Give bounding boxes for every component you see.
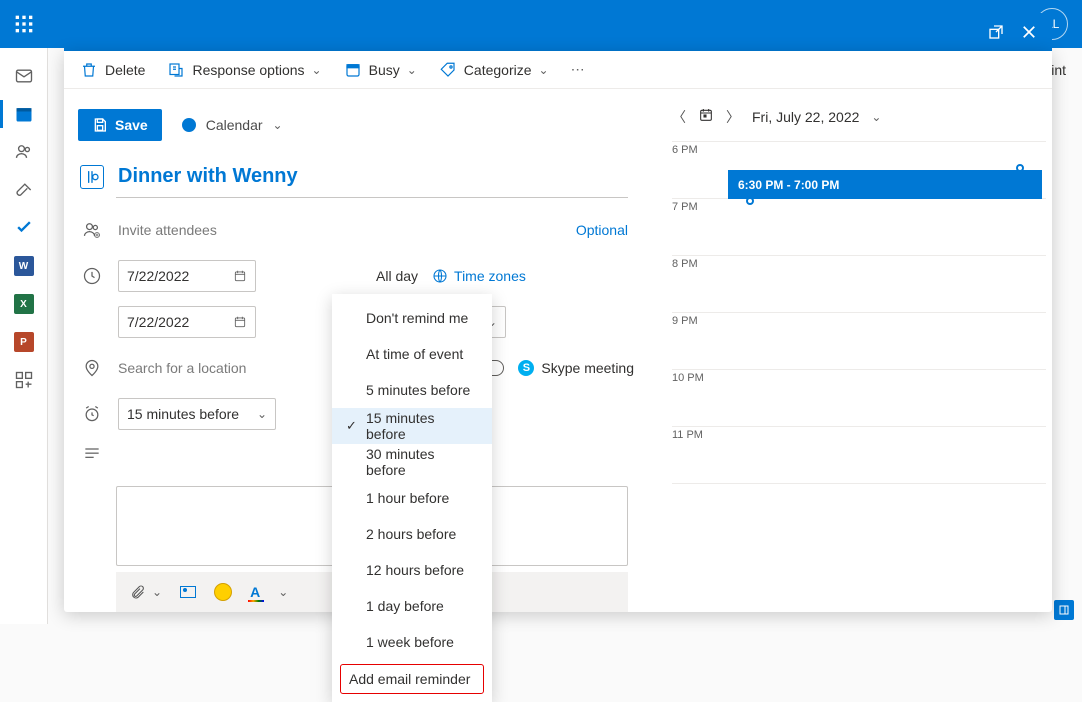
calendar-color-dot (182, 118, 196, 132)
response-label: Response options (192, 62, 304, 78)
resize-handle-bottom[interactable] (746, 197, 754, 205)
reminder-option-at-time[interactable]: At time of event (332, 336, 492, 372)
reminder-option-1h[interactable]: 1 hour before (332, 480, 492, 516)
reminder-icon (80, 404, 104, 424)
chevron-down-icon[interactable]: ⌄ (871, 110, 881, 124)
chevron-down-icon[interactable]: ⌄ (152, 585, 162, 599)
save-label: Save (115, 117, 148, 133)
categorize-button[interactable]: Categorize ⌄ (439, 61, 549, 79)
delete-button[interactable]: Delete (80, 61, 145, 79)
clock-icon (80, 266, 104, 286)
day-prev[interactable]: 〈 (672, 107, 686, 127)
delete-label: Delete (105, 62, 145, 78)
reminder-option-1d[interactable]: 1 day before (332, 588, 492, 624)
day-next[interactable]: 〉 (726, 107, 740, 127)
busy-label: Busy (369, 62, 400, 78)
rail-more[interactable] (0, 370, 48, 390)
app-launcher-icon[interactable] (14, 14, 34, 34)
rail-excel[interactable]: X (0, 294, 48, 314)
rail-files[interactable] (0, 180, 48, 200)
hour-label: 9 PM (672, 313, 722, 369)
reminder-select[interactable]: 15 minutes before⌄ (118, 398, 276, 430)
add-email-reminder[interactable]: Add email reminder (340, 664, 484, 694)
emoji-icon[interactable] (214, 583, 232, 601)
chevron-down-icon: ⌄ (273, 118, 283, 132)
event-type-icon[interactable] (80, 165, 104, 189)
image-icon[interactable] (180, 586, 196, 598)
attendees-input[interactable]: Invite attendees (118, 222, 562, 238)
text-format-icon[interactable]: A (250, 584, 260, 600)
reminder-option-15m[interactable]: ✓15 minutes before (332, 408, 492, 444)
event-time: 6:30 PM - 7:00 PM (738, 178, 839, 192)
end-date-input[interactable]: 7/22/2022 (118, 306, 256, 338)
today-icon[interactable] (698, 107, 714, 127)
restore-pane-icon[interactable] (1054, 600, 1074, 620)
chevron-down-icon: ⌄ (539, 63, 549, 77)
reminder-option-5m[interactable]: 5 minutes before (332, 372, 492, 408)
popout-icon[interactable] (988, 24, 1004, 40)
start-date-input[interactable]: 7/22/2022 (118, 260, 256, 292)
time-zones-link[interactable]: Time zones (432, 268, 526, 284)
reminder-option-none[interactable]: Don't remind me (332, 300, 492, 336)
location-icon (80, 358, 104, 378)
event-block[interactable]: 6:30 PM - 7:00 PM (728, 170, 1042, 199)
hour-label: 10 PM (672, 370, 722, 426)
attach-icon[interactable] (130, 584, 146, 600)
people-icon (80, 220, 104, 240)
rail-people[interactable] (0, 142, 48, 162)
chevron-down-icon: ⌄ (407, 63, 417, 77)
rail-word[interactable]: W (0, 256, 48, 276)
all-day-label: All day (376, 268, 418, 284)
more-button[interactable]: ⋯ (571, 61, 585, 78)
rail-powerpoint[interactable]: P (0, 332, 48, 352)
rail-todo[interactable] (0, 218, 48, 238)
optional-link[interactable]: Optional (576, 222, 628, 238)
skype-label: SSkype meeting (518, 360, 634, 376)
hour-label: 7 PM (672, 199, 722, 255)
resize-handle-top[interactable] (1016, 164, 1024, 172)
calendar-picker[interactable]: Calendar ⌄ (182, 117, 283, 133)
reminder-option-12h[interactable]: 12 hours before (332, 552, 492, 588)
hour-label: 8 PM (672, 256, 722, 312)
close-icon[interactable] (1020, 23, 1038, 41)
rail-calendar[interactable] (0, 104, 48, 124)
hour-label: 6 PM (672, 142, 722, 198)
rail-mail[interactable] (0, 66, 48, 86)
save-button[interactable]: Save (78, 109, 162, 141)
reminder-option-30m[interactable]: 30 minutes before (332, 444, 492, 480)
chevron-down-icon[interactable]: ⌄ (278, 585, 288, 599)
reminder-dropdown: Don't remind me At time of event 5 minut… (332, 294, 492, 702)
chevron-down-icon: ⌄ (312, 63, 322, 77)
categorize-label: Categorize (464, 62, 532, 78)
event-title-input[interactable] (118, 165, 634, 189)
reminder-option-1w[interactable]: 1 week before (332, 624, 492, 660)
day-label[interactable]: Fri, July 22, 2022 (752, 109, 859, 125)
calendar-name: Calendar (206, 117, 263, 133)
time-grid[interactable]: 6 PM 7 PM 8 PM 9 PM 10 PM 11 PM 6:30 PM … (672, 141, 1046, 612)
busy-button[interactable]: Busy ⌄ (344, 61, 417, 79)
description-icon (80, 444, 104, 464)
hour-label: 11 PM (672, 427, 722, 483)
reminder-option-2h[interactable]: 2 hours before (332, 516, 492, 552)
response-options-button[interactable]: Response options ⌄ (167, 61, 321, 79)
